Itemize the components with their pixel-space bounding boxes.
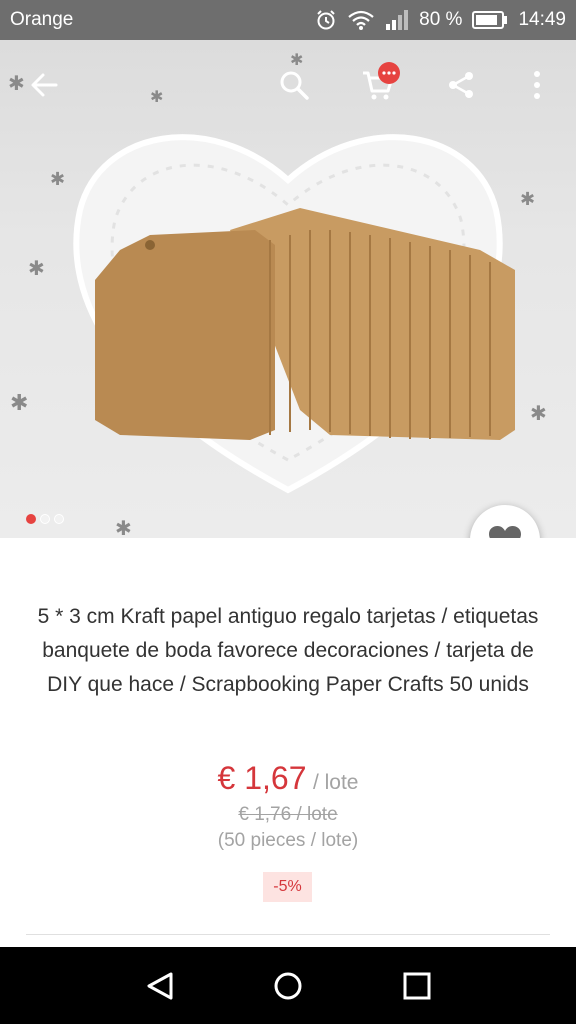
price-row: € 1,67 / lote bbox=[0, 760, 576, 797]
svg-text:✱: ✱ bbox=[50, 169, 65, 190]
product-info: 5 * 3 cm Kraft papel antiguo regalo tarj… bbox=[0, 538, 576, 948]
search-icon bbox=[280, 71, 309, 100]
product-title: 5 * 3 cm Kraft papel antiguo regalo tarj… bbox=[37, 605, 539, 696]
battery-icon bbox=[472, 11, 508, 29]
nav-back-icon bbox=[147, 972, 173, 1000]
navigation-bar bbox=[0, 947, 576, 1024]
cart-badge bbox=[378, 62, 400, 84]
status-icons: 80 % 14:49 bbox=[315, 9, 566, 31]
alarm-icon bbox=[317, 10, 335, 30]
gallery-pager bbox=[26, 514, 64, 524]
discount-badge: -5% bbox=[263, 872, 312, 902]
carrier-label: Orange bbox=[10, 9, 74, 30]
nav-home-button[interactable] bbox=[263, 961, 313, 1011]
back-button[interactable] bbox=[20, 61, 68, 109]
nav-recent-icon bbox=[403, 972, 431, 1000]
more-vertical-icon bbox=[534, 71, 540, 99]
signal-icon bbox=[386, 10, 409, 30]
pager-dot-active[interactable] bbox=[26, 514, 36, 524]
nav-recent-button[interactable] bbox=[392, 961, 442, 1011]
toolbar bbox=[0, 40, 576, 130]
share-icon bbox=[449, 72, 473, 98]
battery-percent: 80 % bbox=[419, 9, 463, 30]
share-button[interactable] bbox=[437, 61, 485, 109]
pager-dot[interactable] bbox=[40, 514, 50, 524]
pager-dot[interactable] bbox=[54, 514, 64, 524]
wifi-icon bbox=[348, 10, 374, 30]
status-bar: Orange 80 % 14:49 bbox=[0, 0, 576, 40]
svg-text:✱: ✱ bbox=[10, 391, 28, 416]
more-options-button[interactable] bbox=[513, 61, 561, 109]
more-dots-icon bbox=[382, 71, 396, 75]
search-button[interactable] bbox=[270, 61, 318, 109]
divider bbox=[26, 934, 550, 935]
pieces-per-lot: (50 pieces / lote) bbox=[217, 830, 359, 851]
nav-home-icon bbox=[274, 972, 302, 1000]
original-price: € 1,76 / lote bbox=[238, 804, 338, 825]
svg-text:✱: ✱ bbox=[115, 516, 132, 538]
price-unit: / lote bbox=[312, 771, 359, 794]
svg-text:✱: ✱ bbox=[520, 189, 535, 210]
clock: 14:49 bbox=[518, 9, 566, 30]
nav-back-button[interactable] bbox=[136, 961, 186, 1011]
svg-text:✱: ✱ bbox=[28, 256, 45, 280]
svg-text:✱: ✱ bbox=[530, 401, 547, 425]
current-price: € 1,67 bbox=[217, 760, 307, 796]
back-arrow-icon bbox=[31, 73, 58, 97]
cart-button[interactable] bbox=[354, 61, 402, 109]
